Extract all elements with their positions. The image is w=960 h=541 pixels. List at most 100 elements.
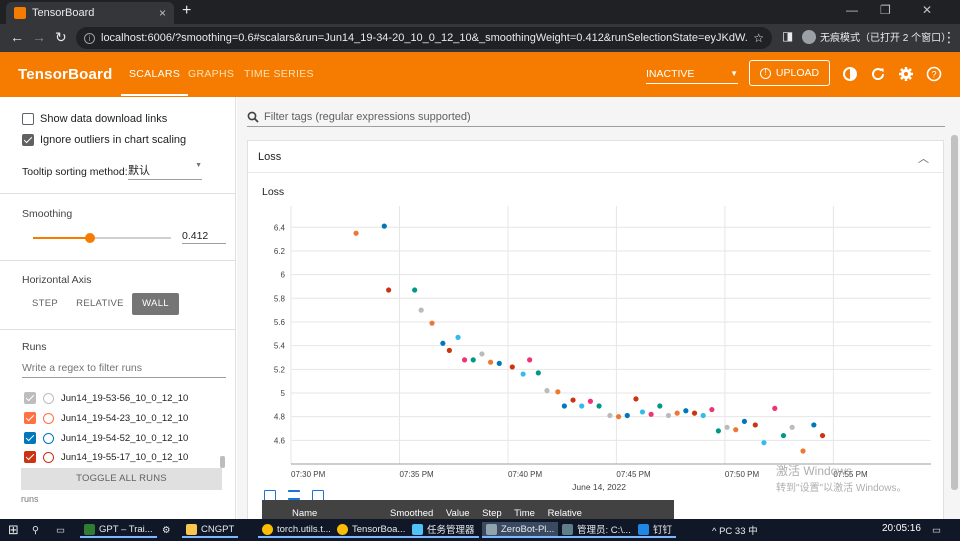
show-download-links-label: Show data download links <box>40 113 168 125</box>
taskbar-item[interactable]: CNGPT <box>182 522 239 538</box>
taskbar-item[interactable]: 管理员: C:\... <box>558 522 635 538</box>
ignore-outliers-option[interactable]: Ignore outliers in chart scaling <box>22 134 186 146</box>
runs-filter-input[interactable]: Write a regex to filter runs <box>22 362 226 378</box>
data-point <box>461 357 468 363</box>
system-tray[interactable]: ^ PC 33 中 <box>708 522 762 538</box>
data-point <box>440 340 446 346</box>
data-point <box>691 410 698 416</box>
search-icon[interactable]: ⚲ <box>28 522 43 538</box>
reload-data-icon[interactable] <box>870 66 886 82</box>
axis-relative-button[interactable]: RELATIVE <box>76 293 124 315</box>
reload-icon[interactable]: ↻ <box>55 29 67 46</box>
run-color-radio[interactable] <box>43 412 54 424</box>
run-row[interactable]: Jun14_19-54-23_10_0_12_10 <box>24 412 188 424</box>
watermark-line2: 转到"设置"以激活 Windows。 <box>776 483 907 494</box>
url-text[interactable]: localhost:6006/?smoothing=0.6#scalars&ru… <box>101 32 747 44</box>
y-log-scale-icon[interactable] <box>288 490 300 500</box>
start-windows-icon[interactable]: ⊞ <box>4 522 23 538</box>
restore-icon[interactable]: ❐ <box>880 3 891 17</box>
page-scrollbar[interactable] <box>951 135 958 490</box>
taskbar-item[interactable]: torch.utils.t... <box>258 522 335 538</box>
close-tab-icon[interactable]: × <box>159 6 166 20</box>
divider <box>0 329 235 330</box>
upload-button[interactable]: ! UPLOAD <box>749 60 830 86</box>
data-point <box>579 403 585 409</box>
taskbar-clock[interactable]: 20:05:16 <box>882 523 921 534</box>
run-row[interactable]: Jun14_19-53-56_10_0_12_10 <box>24 392 188 404</box>
tab-graphs[interactable]: GRAPHS <box>188 68 234 80</box>
run-checkbox[interactable] <box>24 412 36 424</box>
notification-icon[interactable]: ▭ <box>928 522 945 538</box>
windows-activation-watermark: 激活 Windows 转到"设置"以激活 Windows。 <box>776 463 906 497</box>
sidepanel-icon[interactable]: ◨ <box>782 29 793 43</box>
run-checkbox[interactable] <box>24 392 36 404</box>
run-color-radio[interactable] <box>43 432 54 444</box>
run-row[interactable]: Jun14_19-54-52_10_0_12_10 <box>24 432 188 444</box>
tooltip-sorting-select[interactable]: 默认 ▼ <box>128 162 202 180</box>
taskbar-item[interactable]: GPT – Trai... <box>80 522 157 538</box>
taskbar-item[interactable]: TensorBoa... <box>333 522 410 538</box>
close-window-icon[interactable]: ✕ <box>922 3 932 17</box>
smoothing-slider-thumb[interactable] <box>84 233 95 243</box>
tab-time-series[interactable]: TIME SERIES <box>244 68 314 80</box>
runs-scrollbar[interactable] <box>220 456 225 468</box>
show-download-links-checkbox[interactable] <box>22 113 34 125</box>
x-tick-label: 07:30 PM <box>291 470 326 479</box>
run-color-radio[interactable] <box>43 392 54 404</box>
help-icon[interactable]: ? <box>926 66 942 82</box>
data-point <box>819 432 826 439</box>
taskbar-item[interactable]: ZeroBot-Pl... <box>482 522 559 538</box>
data-point <box>615 414 622 420</box>
run-checkbox[interactable] <box>24 432 36 444</box>
site-info-icon[interactable]: i <box>84 32 95 44</box>
incognito-indicator[interactable]: 无痕模式（已打开 2 个窗口） <box>802 29 951 44</box>
taskbar-item-label: GPT – Trai... <box>99 523 153 535</box>
run-checkbox[interactable] <box>24 451 36 463</box>
tag-filter-input[interactable]: Filter tags (regular expressions support… <box>247 107 945 127</box>
browser-menu-icon[interactable]: ⋮ <box>942 29 956 46</box>
info-icon: ! <box>759 67 771 79</box>
smoothing-slider-fill <box>33 237 90 239</box>
inactive-plugins-select[interactable]: INACTIVE ▼ <box>646 64 738 84</box>
ignore-outliers-checkbox[interactable] <box>22 134 34 146</box>
tab-scalars[interactable]: SCALARS <box>120 68 189 96</box>
new-tab-button[interactable]: + <box>182 2 191 20</box>
smoothing-title: Smoothing <box>22 208 73 220</box>
run-name: Jun14_19-54-52_10_0_12_10 <box>61 432 189 444</box>
tooltip-sorting-value: 默认 <box>128 165 150 177</box>
theme-toggle-icon[interactable] <box>842 66 858 82</box>
url-omnibox[interactable]: i localhost:6006/?smoothing=0.6#scalars&… <box>76 27 772 49</box>
toggle-all-runs-button[interactable]: TOGGLE ALL RUNS <box>21 468 222 490</box>
show-download-links-option[interactable]: Show data download links <box>22 113 167 125</box>
data-point <box>700 412 706 419</box>
data-point <box>724 424 730 430</box>
chrome-icon <box>337 523 348 535</box>
taskbar-item[interactable]: 钉钉 <box>634 522 677 538</box>
back-icon[interactable]: ← <box>10 29 24 45</box>
smoothing-value-input[interactable]: 0.412 <box>182 230 226 244</box>
terminal-icon <box>486 523 497 535</box>
data-point <box>596 403 602 409</box>
data-point <box>761 440 767 446</box>
data-point <box>520 371 526 377</box>
run-name: Jun14_19-55-17_10_0_12_10 <box>61 451 189 463</box>
minimize-icon[interactable]: — <box>846 3 858 17</box>
bookmark-star-icon[interactable]: ☆ <box>753 31 764 45</box>
taskbar-item[interactable]: 任务管理器 <box>408 522 479 538</box>
data-point <box>741 418 748 424</box>
smoothing-slider[interactable] <box>33 233 171 243</box>
axis-wall-button[interactable]: WALL <box>132 293 179 315</box>
data-point <box>470 357 476 363</box>
forward-icon[interactable]: → <box>32 29 46 45</box>
data-point <box>665 412 672 419</box>
run-row[interactable]: Jun14_19-55-17_10_0_12_10 <box>24 451 188 463</box>
data-point <box>570 397 576 403</box>
axis-step-button[interactable]: STEP <box>30 293 60 315</box>
settings-gear-icon[interactable]: ⚙ <box>158 522 175 538</box>
settings-gear-icon[interactable] <box>898 66 914 82</box>
y-tick-label: 5.6 <box>274 318 286 327</box>
inactive-select-value: INACTIVE <box>646 67 695 80</box>
browser-tab[interactable]: TensorBoard × <box>6 2 174 24</box>
task-view-icon[interactable]: ▭ <box>52 522 69 538</box>
run-color-radio[interactable] <box>43 451 54 463</box>
